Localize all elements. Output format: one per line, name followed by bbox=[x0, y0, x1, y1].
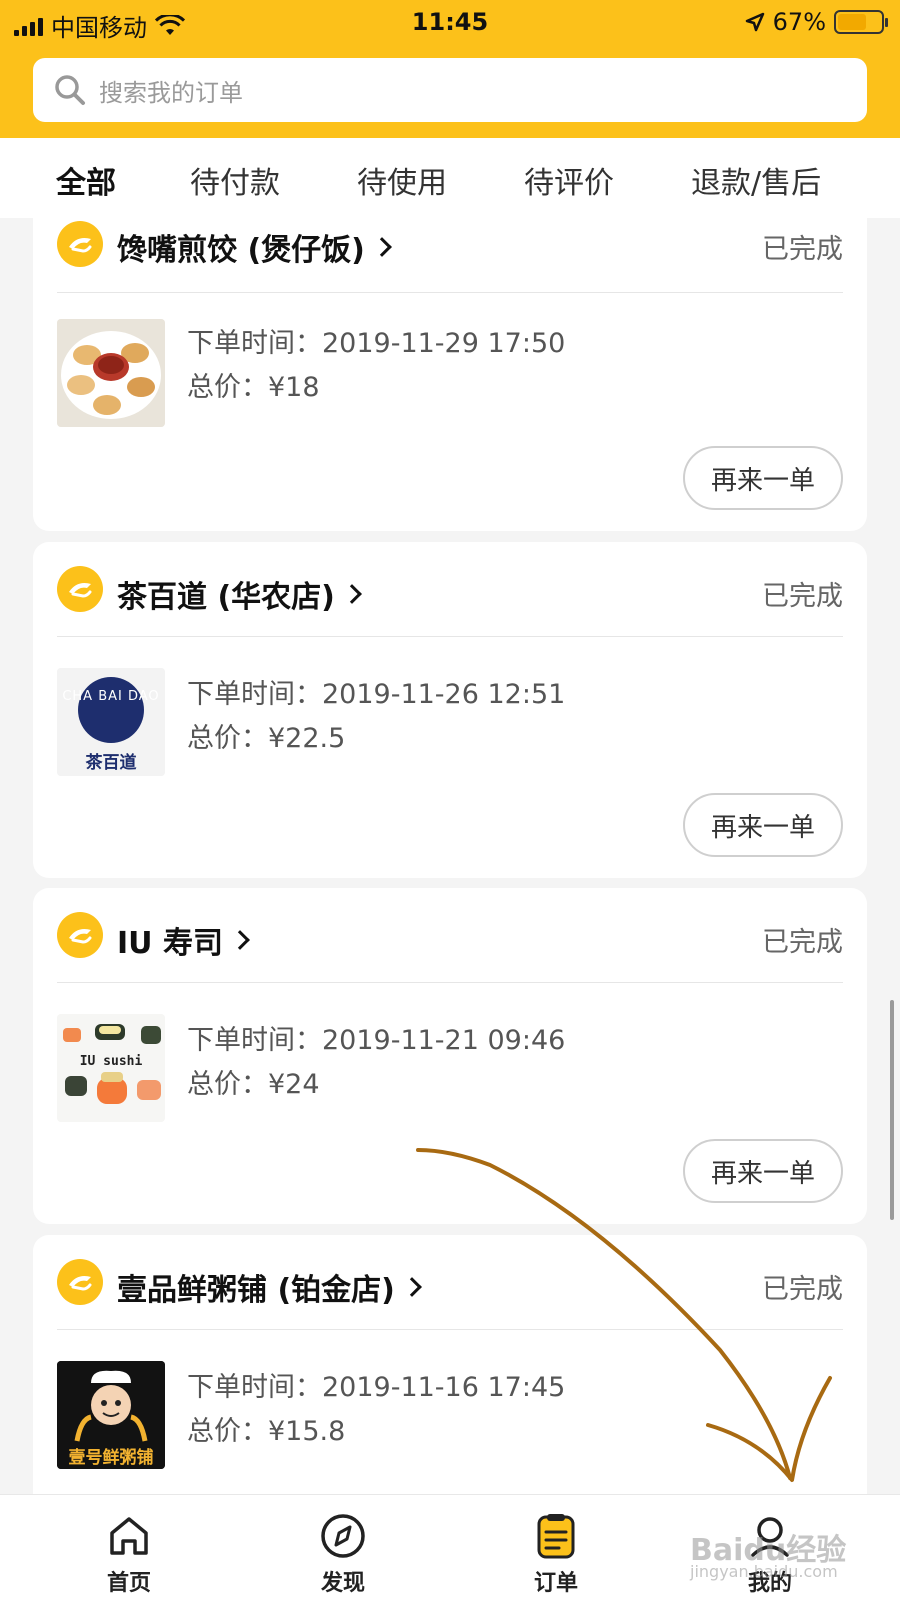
order-price-value: ¥22.5 bbox=[268, 723, 346, 754]
order-price: 总价：¥24 bbox=[187, 1062, 320, 1101]
dumpling-thumbnail bbox=[57, 319, 165, 427]
home-icon bbox=[110, 1517, 148, 1555]
order-time: 下单时间：2019-11-26 12:51 bbox=[187, 672, 565, 711]
order-card[interactable]: 茶百道 (华农店) 已完成 CHA BAI DAO 茶百道 下单时间：2019-… bbox=[33, 542, 867, 878]
order-time-value: 2019-11-21 09:46 bbox=[322, 1025, 566, 1056]
order-price: 总价：¥15.8 bbox=[187, 1409, 345, 1448]
reorder-button[interactable]: 再来一单 bbox=[683, 446, 843, 510]
shop-row[interactable]: 茶百道 (华农店) 已完成 bbox=[57, 542, 843, 637]
shop-name-text: 茶百道 (华农店) bbox=[117, 580, 335, 615]
sushi-logo-text: IU sushi bbox=[79, 1054, 143, 1069]
order-icon bbox=[537, 1514, 575, 1559]
order-price-value: ¥15.8 bbox=[268, 1416, 346, 1447]
order-time: 下单时间：2019-11-21 09:46 bbox=[187, 1018, 565, 1057]
reorder-button[interactable]: 再来一单 bbox=[683, 793, 843, 857]
shop-name-text: IU 寿司 bbox=[117, 926, 223, 961]
search-icon bbox=[55, 75, 85, 105]
order-time-label: 下单时间： bbox=[187, 679, 322, 710]
status-bar: 中国移动 11:45 67% bbox=[0, 0, 900, 46]
battery-icon bbox=[834, 10, 888, 34]
order-price-label: 总价： bbox=[187, 372, 268, 403]
chevron-right-icon bbox=[230, 930, 250, 950]
order-price: 总价：¥22.5 bbox=[187, 716, 345, 755]
compass-icon bbox=[321, 1514, 365, 1558]
order-price-label: 总价： bbox=[187, 1069, 268, 1100]
shop-icon bbox=[57, 221, 103, 267]
order-price-value: ¥24 bbox=[268, 1069, 320, 1100]
chevron-right-icon bbox=[371, 237, 392, 257]
order-time-value: 2019-11-29 17:50 bbox=[322, 328, 566, 359]
order-time-label: 下单时间： bbox=[187, 1025, 322, 1056]
order-status: 已完成 bbox=[762, 234, 843, 265]
shop-name[interactable]: 馋嘴煎饺 (煲仔饭) bbox=[117, 225, 392, 269]
order-status: 已完成 bbox=[762, 927, 843, 958]
shop-row[interactable]: 馋嘴煎饺 (煲仔饭) 已完成 bbox=[57, 197, 843, 293]
chabaidao-logo-text: CHA BAI DAO bbox=[62, 689, 160, 704]
order-time-value: 2019-11-16 17:45 bbox=[322, 1372, 566, 1403]
shop-row[interactable]: IU 寿司 已完成 bbox=[57, 888, 843, 983]
shop-row[interactable]: 壹品鲜粥铺 (铂金店) 已完成 bbox=[57, 1235, 843, 1330]
shop-icon bbox=[57, 912, 103, 958]
sushi-thumbnail: IU sushi bbox=[57, 1014, 165, 1122]
shop-icon bbox=[57, 1259, 103, 1305]
chabaidao-logo-subtext: 茶百道 bbox=[85, 753, 137, 773]
order-status: 已完成 bbox=[762, 1274, 843, 1305]
porridge-shop-logo-thumbnail: 壹号鲜粥铺 bbox=[57, 1361, 165, 1469]
tab-pending-review[interactable]: 待评价 bbox=[524, 158, 614, 202]
nav-orders[interactable]: 订单 bbox=[496, 1513, 616, 1597]
scrollbar[interactable] bbox=[890, 1000, 894, 1220]
header: 中国移动 11:45 67% 搜索我的订单 bbox=[0, 0, 900, 138]
order-status: 已完成 bbox=[762, 581, 843, 612]
order-time-value: 2019-11-26 12:51 bbox=[322, 679, 566, 710]
chevron-right-icon bbox=[401, 1277, 422, 1297]
tab-all[interactable]: 全部 bbox=[56, 158, 116, 202]
order-price-label: 总价： bbox=[187, 723, 268, 754]
shop-name[interactable]: 壹品鲜粥铺 (铂金店) bbox=[117, 1265, 422, 1309]
order-time: 下单时间：2019-11-29 17:50 bbox=[187, 321, 565, 360]
shop-name-text: 壹品鲜粥铺 (铂金店) bbox=[117, 1273, 395, 1308]
search-placeholder: 搜索我的订单 bbox=[99, 78, 243, 107]
order-time-label: 下单时间： bbox=[187, 328, 322, 359]
nav-discover[interactable]: 发现 bbox=[283, 1513, 403, 1597]
chevron-right-icon bbox=[341, 584, 362, 604]
nav-discover-label: 发现 bbox=[320, 1571, 365, 1596]
tab-refund-aftersale[interactable]: 退款/售后 bbox=[691, 158, 821, 202]
baidu-watermark-url: jingyan.baidu.com bbox=[690, 1562, 838, 1581]
chabaidao-logo-thumbnail: CHA BAI DAO 茶百道 bbox=[57, 668, 165, 776]
order-card[interactable]: IU 寿司 已完成 IU sushi 下单时间：2019-11-21 09:46… bbox=[33, 888, 867, 1224]
shop-name-text: 馋嘴煎饺 (煲仔饭) bbox=[117, 233, 365, 268]
nav-home-label: 首页 bbox=[106, 1571, 151, 1596]
shop-icon bbox=[57, 566, 103, 612]
tab-pending-payment[interactable]: 待付款 bbox=[190, 158, 280, 202]
search-input[interactable]: 搜索我的订单 bbox=[33, 58, 867, 122]
order-card[interactable]: 馋嘴煎饺 (煲仔饭) 已完成 下单时间：2019-11-29 17:50 总价：… bbox=[33, 197, 867, 531]
order-price-value: ¥18 bbox=[268, 372, 320, 403]
reorder-button[interactable]: 再来一单 bbox=[683, 1139, 843, 1203]
nav-orders-label: 订单 bbox=[533, 1571, 578, 1596]
shop-name[interactable]: IU 寿司 bbox=[117, 918, 250, 962]
order-price-label: 总价： bbox=[187, 1416, 268, 1447]
order-time-label: 下单时间： bbox=[187, 1372, 322, 1403]
tab-pending-use[interactable]: 待使用 bbox=[357, 158, 447, 202]
battery-fill bbox=[838, 14, 867, 30]
battery-percent: 67% bbox=[772, 8, 826, 36]
location-arrow-icon bbox=[745, 12, 764, 32]
order-price: 总价：¥18 bbox=[187, 365, 320, 404]
porridge-shop-logo-text: 壹号鲜粥铺 bbox=[68, 1448, 154, 1468]
order-time: 下单时间：2019-11-16 17:45 bbox=[187, 1365, 565, 1404]
shop-name[interactable]: 茶百道 (华农店) bbox=[117, 572, 362, 616]
order-card[interactable]: 壹品鲜粥铺 (铂金店) 已完成 壹号鲜粥铺 下单时间：2019-11-16 17… bbox=[33, 1235, 867, 1535]
nav-home[interactable]: 首页 bbox=[69, 1513, 189, 1597]
